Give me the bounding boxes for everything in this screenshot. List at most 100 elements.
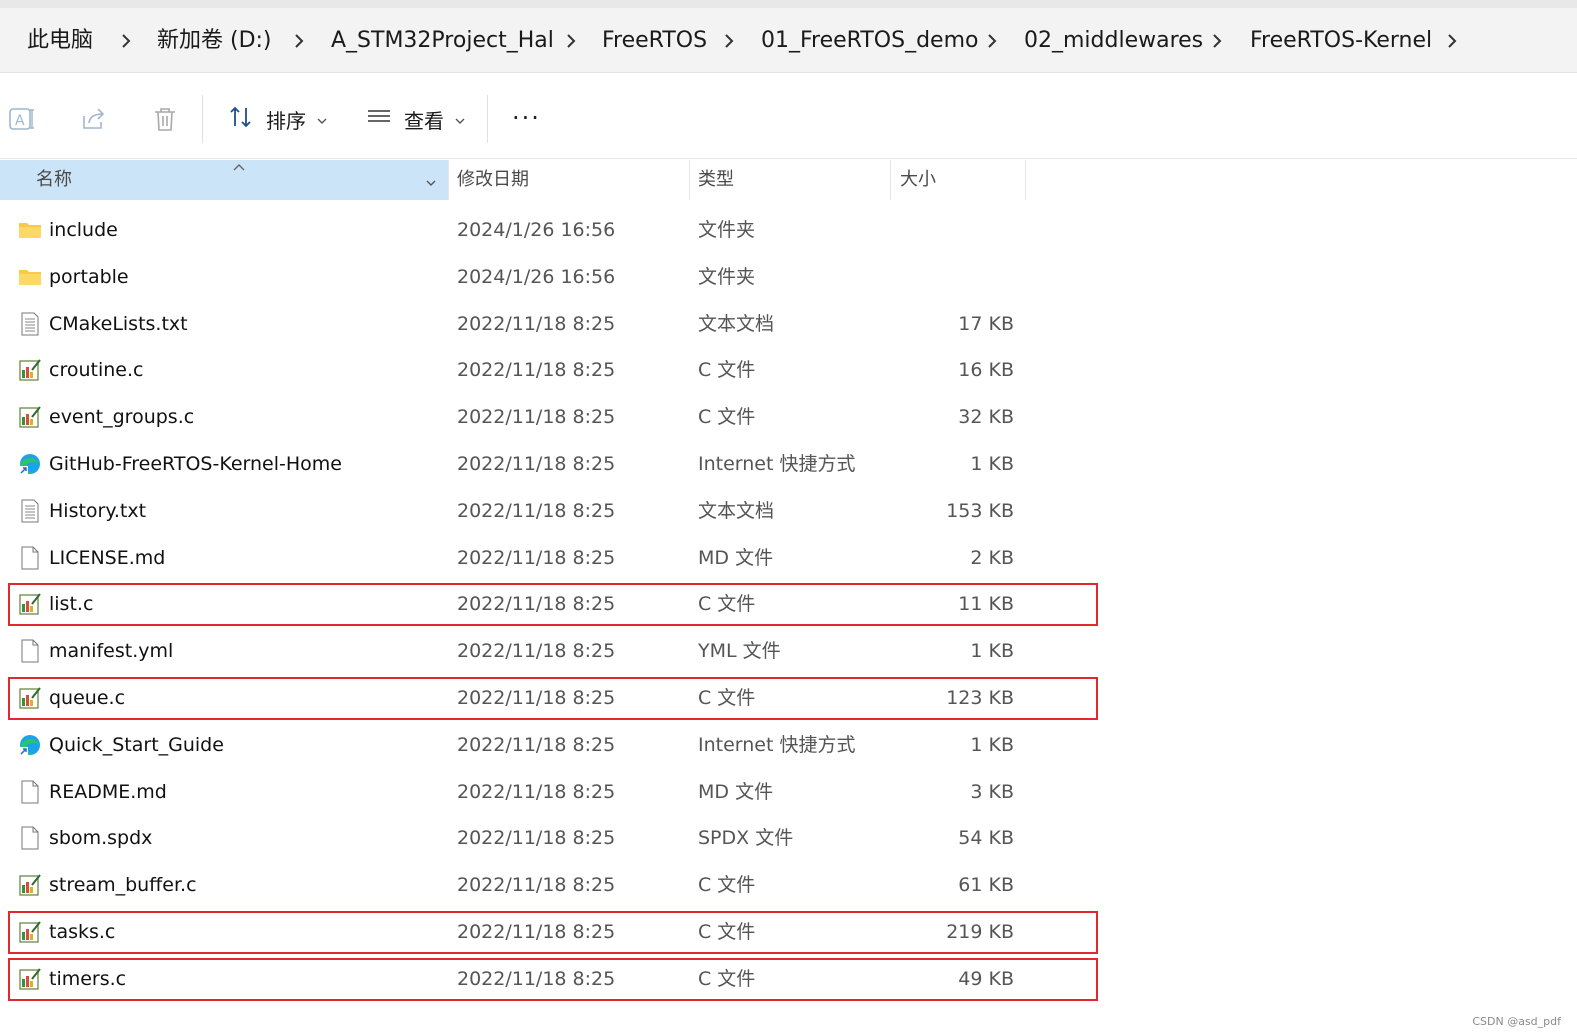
column-type[interactable]: 类型: [698, 160, 888, 200]
file-type: C 文件: [698, 406, 756, 429]
file-date: 2022/11/18 8:25: [457, 359, 616, 382]
file-type: 文件夹: [698, 219, 756, 241]
file-row[interactable]: CMakeLists.txt 2022/11/18 8:25 文本文档 17 KB: [0, 301, 1100, 347]
file-row[interactable]: event_groups.c 2022/11/18 8:25 C 文件 32 KB: [0, 394, 1100, 440]
chevron-right-icon[interactable]: [291, 29, 307, 53]
breadcrumb-drive[interactable]: 新加卷 (D:): [157, 27, 272, 55]
file-size: 1 KB: [970, 733, 1014, 756]
chevron-down-icon: [454, 107, 466, 131]
folder-file-icon: [18, 265, 42, 289]
svg-text:A: A: [15, 113, 25, 129]
file-size: 54 KB: [958, 827, 1014, 850]
file-date: 2022/11/18 8:25: [457, 733, 616, 756]
chevron-right-icon[interactable]: [118, 29, 134, 53]
file-name: event_groups.c: [49, 406, 195, 429]
file-name: sbom.spdx: [49, 827, 153, 850]
text-file-icon: [18, 312, 42, 336]
file-row[interactable]: History.txt 2022/11/18 8:25 文本文档 153 KB: [0, 488, 1100, 534]
file-type: 文件夹: [698, 265, 756, 288]
column-divider[interactable]: [1025, 160, 1026, 200]
breadcrumb-middlewares[interactable]: 02_middlewares: [1024, 27, 1203, 55]
url-file-icon: [18, 452, 42, 476]
share-icon[interactable]: [79, 104, 109, 134]
trash-icon[interactable]: [150, 104, 180, 134]
column-name[interactable]: 名称: [0, 160, 448, 200]
file-date: 2024/1/26 16:56: [457, 219, 616, 241]
file-row[interactable]: Quick_Start_Guide 2022/11/18 8:25 Internet…: [0, 722, 1100, 768]
file-size: 61 KB: [958, 874, 1014, 897]
chevron-right-icon[interactable]: [563, 29, 579, 53]
breadcrumb-freertos[interactable]: FreeRTOS: [602, 27, 707, 55]
file-row[interactable]: sbom.spdx 2022/11/18 8:25 SPDX 文件 54 KB: [0, 815, 1100, 861]
text-file-icon: [18, 499, 42, 523]
file-name: GitHub-FreeRTOS-Kernel-Home: [49, 453, 342, 475]
file-size: 16 KB: [958, 359, 1014, 382]
file-date: 2022/11/18 8:25: [457, 406, 616, 429]
file-size: 1 KB: [970, 453, 1014, 475]
chevron-down-icon[interactable]: [424, 174, 438, 193]
view-label: 查看: [404, 108, 444, 133]
rename-icon[interactable]: A: [7, 104, 37, 134]
file-row[interactable]: portable 2024/1/26 16:56 文件夹: [0, 254, 1100, 300]
breadcrumb-project[interactable]: A_STM32Project_Hal: [331, 27, 554, 55]
file-type: MD 文件: [698, 780, 774, 803]
chevron-right-icon[interactable]: [984, 29, 1000, 53]
breadcrumb-this-pc[interactable]: 此电脑: [27, 27, 93, 55]
file-type: C 文件: [698, 874, 756, 897]
column-divider[interactable]: [448, 160, 449, 200]
file-name: stream_buffer.c: [49, 874, 197, 897]
chevron-right-icon[interactable]: [1444, 29, 1460, 53]
file-date: 2022/11/18 8:25: [457, 499, 616, 522]
file-row[interactable]: GitHub-FreeRTOS-Kernel-Home 2022/11/18 8:…: [0, 441, 1100, 487]
file-row[interactable]: croutine.c 2022/11/18 8:25 C 文件 16 KB: [0, 347, 1100, 393]
sort-label: 排序: [266, 108, 306, 133]
file-size: [880, 254, 1014, 300]
address-bar[interactable]: 此电脑 新加卷 (D:) A_STM32Project_Hal FreeRTOS…: [0, 8, 1577, 73]
more-options-button[interactable]: ···: [512, 106, 541, 130]
view-button[interactable]: 查看: [366, 102, 466, 136]
folder-file-icon: [18, 218, 42, 242]
c-file-icon: [18, 405, 42, 429]
sort-button[interactable]: 排序: [228, 102, 328, 136]
column-divider[interactable]: [890, 160, 891, 200]
file-row[interactable]: manifest.yml 2022/11/18 8:25 YML 文件 1 KB: [0, 628, 1100, 674]
sort-icon: [228, 104, 254, 135]
chevron-right-icon[interactable]: [721, 29, 737, 53]
file-size: 1 KB: [970, 640, 1014, 663]
column-header: 名称 修改日期 类型 大小: [0, 160, 1030, 200]
file-name: portable: [49, 265, 129, 288]
highlight-box: [8, 957, 1098, 1001]
c-file-icon: [18, 358, 42, 382]
column-date[interactable]: 修改日期: [457, 160, 687, 200]
file-date: 2022/11/18 8:25: [457, 453, 616, 475]
column-divider[interactable]: [689, 160, 690, 200]
chevron-down-icon: [316, 107, 328, 131]
file-name: CMakeLists.txt: [49, 312, 188, 335]
breadcrumb-kernel[interactable]: FreeRTOS-Kernel: [1250, 27, 1432, 55]
column-name-label: 名称: [36, 169, 72, 190]
file-size: 17 KB: [958, 312, 1014, 335]
file-type: YML 文件: [698, 640, 781, 663]
highlight-box: [8, 911, 1098, 954]
blank-file-icon: [18, 826, 42, 850]
file-row[interactable]: include 2024/1/26 16:56 文件夹: [0, 207, 1100, 253]
column-size[interactable]: 大小: [900, 160, 1020, 200]
file-row[interactable]: LICENSE.md 2022/11/18 8:25 MD 文件 2 KB: [0, 535, 1100, 581]
view-list-icon: [366, 104, 392, 135]
watermark: CSDN @asd_pdf: [1472, 1015, 1561, 1028]
breadcrumb-demo[interactable]: 01_FreeRTOS_demo: [761, 27, 978, 55]
file-name: LICENSE.md: [49, 546, 166, 569]
blank-file-icon: [18, 780, 42, 804]
file-type: 文本文档: [698, 312, 775, 335]
file-size: 153 KB: [946, 499, 1014, 522]
file-date: 2022/11/18 8:25: [457, 780, 616, 803]
file-size: 2 KB: [970, 546, 1014, 569]
toolbar-divider: [202, 95, 203, 143]
highlight-box: [8, 583, 1098, 627]
file-name: README.md: [49, 780, 167, 803]
file-row[interactable]: stream_buffer.c 2022/11/18 8:25 C 文件 61 KB: [0, 862, 1100, 908]
command-bar: A 排序 查看 ···: [0, 80, 1577, 159]
file-type: MD 文件: [698, 546, 774, 569]
file-row[interactable]: README.md 2022/11/18 8:25 MD 文件 3 KB: [0, 769, 1100, 815]
chevron-right-icon[interactable]: [1209, 29, 1225, 53]
